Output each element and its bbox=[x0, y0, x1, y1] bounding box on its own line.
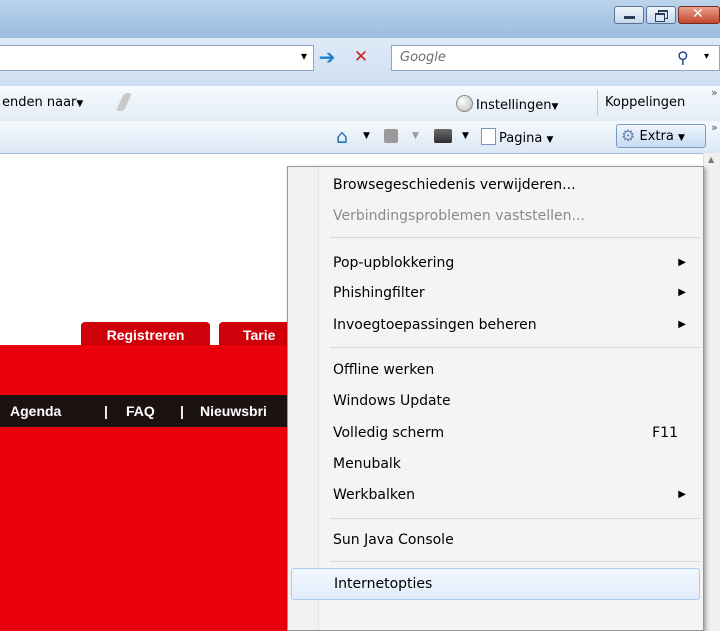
site-nav-bar: Agenda | FAQ | Nieuwsbri bbox=[0, 395, 300, 427]
menu-item-browsegeschiedenis[interactable]: Browsegeschiedenis verwijderen... bbox=[291, 170, 700, 200]
menu-item-menubalk[interactable]: Menubalk bbox=[291, 449, 700, 479]
go-arrow-icon[interactable]: ➔ bbox=[314, 44, 340, 70]
menu-item-phishingfilter[interactable]: Phishingfilter ▶ bbox=[291, 278, 700, 308]
pen-icon bbox=[115, 93, 133, 111]
menu-item-offline-werken[interactable]: Offline werken bbox=[291, 355, 700, 385]
chevron-down-icon[interactable]: ▼ bbox=[462, 131, 469, 141]
tab-registreren[interactable]: Registreren bbox=[81, 322, 210, 347]
settings-button[interactable]: Instellingen▼ bbox=[456, 95, 558, 113]
nav-separator: | bbox=[180, 403, 184, 419]
menu-item-label: Menubalk bbox=[333, 456, 401, 472]
command-overflow-icon[interactable]: » bbox=[711, 121, 718, 134]
menu-item-volledig-scherm[interactable]: Volledig scherm F11 bbox=[291, 418, 700, 448]
circle-icon bbox=[456, 95, 473, 112]
menu-item-popupblokkering[interactable]: Pop-upblokkering ▶ bbox=[291, 248, 700, 278]
stop-icon[interactable]: ✕ bbox=[348, 44, 374, 70]
menu-item-invoegtoepassingen[interactable]: Invoegtoepassingen beheren ▶ bbox=[291, 310, 700, 340]
tab-tarieven[interactable]: Tarie bbox=[219, 322, 294, 347]
tools-dropdown-menu: Browsegeschiedenis verwijderen... Verbin… bbox=[287, 166, 704, 631]
menu-item-label: Pop-upblokkering bbox=[333, 255, 455, 271]
nav-link-nieuwsbrief[interactable]: Nieuwsbri bbox=[200, 395, 267, 427]
search-icon[interactable]: ⚲ bbox=[677, 48, 689, 67]
menu-separator bbox=[330, 237, 700, 238]
search-input[interactable]: Google ⚲ ▾ bbox=[391, 45, 720, 71]
nav-link-agenda[interactable]: Agenda bbox=[10, 395, 61, 427]
toolbar-divider bbox=[597, 90, 598, 116]
chevron-down-icon: ▼ bbox=[677, 133, 685, 143]
menu-item-label: Windows Update bbox=[333, 393, 451, 409]
print-icon[interactable] bbox=[434, 129, 452, 143]
menu-item-label: Browsegeschiedenis verwijderen... bbox=[333, 177, 576, 193]
vertical-scrollbar[interactable]: ▲ bbox=[703, 153, 720, 631]
menu-item-label: Verbindingsproblemen vaststellen... bbox=[333, 208, 585, 224]
menu-item-label: Offline werken bbox=[333, 362, 435, 378]
scroll-up-icon[interactable]: ▲ bbox=[708, 155, 714, 164]
chevron-down-icon: ▼ bbox=[546, 135, 554, 145]
links-label[interactable]: Koppelingen bbox=[605, 95, 685, 110]
address-input[interactable]: ▾ bbox=[0, 45, 314, 71]
menu-item-werkbalken[interactable]: Werkbalken ▶ bbox=[291, 480, 700, 510]
minimize-icon bbox=[624, 16, 635, 19]
menu-item-label: Invoegtoepassingen beheren bbox=[333, 317, 537, 333]
menu-separator bbox=[330, 561, 700, 562]
nav-link-faq[interactable]: FAQ bbox=[126, 395, 155, 427]
send-to-label: enden naar bbox=[2, 95, 77, 110]
address-dropdown-icon[interactable]: ▾ bbox=[301, 49, 307, 63]
page-menu-label: Pagina bbox=[499, 131, 543, 146]
links-toolbar: enden naar▼ Instellingen▼ Koppelingen » bbox=[0, 86, 720, 122]
chevron-down-icon: ▼ bbox=[551, 102, 559, 112]
submenu-arrow-icon: ▶ bbox=[678, 489, 686, 500]
send-to-button[interactable]: enden naar▼ bbox=[2, 95, 83, 110]
close-button[interactable]: ✕ bbox=[678, 6, 720, 24]
menu-item-windows-update[interactable]: Windows Update bbox=[291, 386, 700, 416]
settings-label: Instellingen bbox=[476, 98, 552, 113]
menu-item-label: Sun Java Console bbox=[333, 532, 454, 548]
search-options-icon[interactable]: ▾ bbox=[704, 51, 709, 62]
tools-menu-button[interactable]: ⚙ Extra ▼ bbox=[616, 124, 706, 148]
address-bar-row: ▾ ➔ ✕ Google ⚲ ▾ bbox=[0, 38, 720, 87]
minimize-button[interactable] bbox=[614, 6, 644, 24]
page-icon bbox=[481, 128, 496, 145]
home-icon[interactable]: ⌂ bbox=[336, 126, 348, 148]
menu-item-internetopties[interactable]: Internetopties bbox=[291, 568, 700, 600]
menu-item-sun-java-console[interactable]: Sun Java Console bbox=[291, 525, 700, 555]
links-overflow-icon[interactable]: » bbox=[711, 86, 718, 99]
page-menu-button[interactable]: Pagina ▼ bbox=[481, 128, 553, 146]
tools-menu-label: Extra bbox=[639, 129, 674, 144]
chevron-down-icon[interactable]: ▼ bbox=[412, 131, 419, 141]
restore-button[interactable] bbox=[646, 6, 676, 24]
menu-item-label: Phishingfilter bbox=[333, 285, 425, 301]
menu-item-label: Werkbalken bbox=[333, 487, 415, 503]
menu-separator bbox=[330, 518, 700, 519]
close-icon: ✕ bbox=[692, 6, 704, 22]
command-bar: ⌂ ▼ ▼ ▼ Pagina ▼ ⚙ Extra ▼ » bbox=[0, 121, 720, 154]
submenu-arrow-icon: ▶ bbox=[678, 287, 686, 298]
title-bar: ✕ bbox=[0, 0, 720, 38]
nav-separator: | bbox=[104, 403, 108, 419]
menu-item-label: Volledig scherm bbox=[333, 425, 445, 441]
gear-icon: ⚙ bbox=[621, 126, 636, 145]
search-placeholder: Google bbox=[400, 50, 446, 65]
chevron-down-icon: ▼ bbox=[76, 99, 84, 109]
menu-separator bbox=[330, 347, 700, 348]
chevron-down-icon[interactable]: ▼ bbox=[363, 131, 370, 141]
submenu-arrow-icon: ▶ bbox=[678, 319, 686, 330]
feeds-icon[interactable] bbox=[384, 129, 398, 143]
menu-item-verbindingsproblemen: Verbindingsproblemen vaststellen... bbox=[291, 201, 700, 231]
menu-item-shortcut: F11 bbox=[652, 425, 678, 441]
submenu-arrow-icon: ▶ bbox=[678, 257, 686, 268]
menu-item-label: Internetopties bbox=[334, 576, 433, 592]
